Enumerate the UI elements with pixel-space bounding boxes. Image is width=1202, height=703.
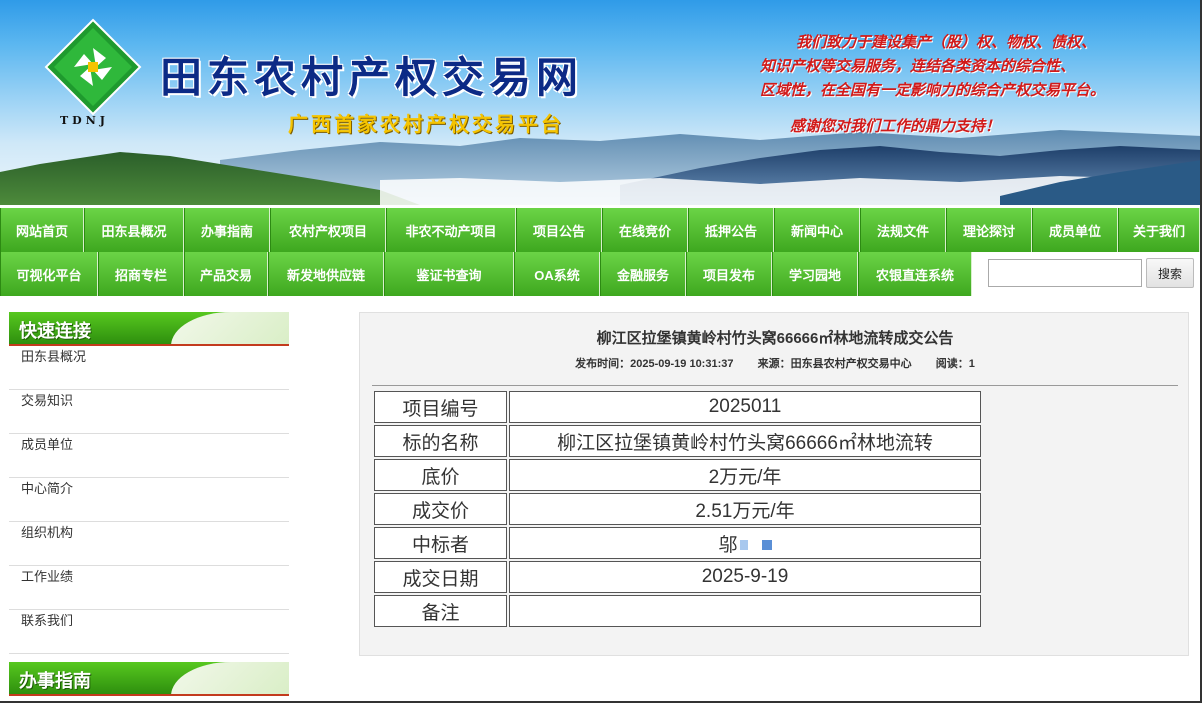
nav-item-oa-system[interactable]: OA系统 [514, 252, 600, 296]
table-row: 中标者 邬 [374, 527, 981, 559]
nav-item-about[interactable]: 关于我们 [1118, 208, 1200, 252]
source-value: 田东县农村产权交易中心 [790, 358, 912, 370]
guide-title: 办事指南 [19, 671, 91, 692]
title-divider [372, 385, 1178, 386]
sidebar-item-members[interactable]: 成员单位 [9, 434, 289, 478]
row-value: 2025-9-19 [509, 561, 981, 593]
header-swoosh [171, 662, 289, 694]
nav-item-visual-platform[interactable]: 可视化平台 [0, 252, 98, 296]
row-value: 2万元/年 [509, 459, 981, 491]
main-nav: 网站首页 田东县概况 办事指南 农村产权项目 非农不动产项目 项目公告 在线竞价… [0, 206, 1202, 296]
nav-item-finance[interactable]: 金融服务 [600, 252, 686, 296]
redaction-blur [739, 540, 748, 551]
nav-item-theory[interactable]: 理论探讨 [946, 208, 1032, 252]
row-value: 柳江区拉堡镇黄岭村竹头窝66666㎡林地流转 [509, 425, 981, 457]
sidebar: 快速连接 田东县概况 交易知识 成员单位 中心简介 组织机构 工作业绩 联系我们… [9, 312, 289, 696]
nav-item-project-publish[interactable]: 项目发布 [686, 252, 772, 296]
nav-item-certificate-query[interactable]: 鉴证书查询 [384, 252, 514, 296]
table-row: 成交价 2.51万元/年 [374, 493, 981, 525]
logo-text: TDNJ [60, 114, 109, 127]
nav-item-supply-chain[interactable]: 新发地供应链 [268, 252, 384, 296]
table-row: 标的名称 柳江区拉堡镇黄岭村竹头窝66666㎡林地流转 [374, 425, 981, 457]
nav-item-regulations[interactable]: 法规文件 [860, 208, 946, 252]
row-value [509, 595, 981, 627]
sidebar-item-organization[interactable]: 组织机构 [9, 522, 289, 566]
table-row: 项目编号 2025011 [374, 391, 981, 423]
nav-item-mortgage[interactable]: 抵押公告 [688, 208, 774, 252]
nav-item-members[interactable]: 成员单位 [1032, 208, 1118, 252]
search-button[interactable]: 搜索 [1146, 258, 1194, 288]
row-key: 中标者 [374, 527, 507, 559]
sidebar-item-county-overview[interactable]: 田东县概况 [9, 346, 289, 390]
publish-label: 发布时间： [575, 358, 631, 370]
nav-item-learning[interactable]: 学习园地 [772, 252, 858, 296]
row-key: 备注 [374, 595, 507, 627]
row-key: 项目编号 [374, 391, 507, 423]
slogan-line-3: 区域性，在全国有一定影响力的综合产权交易平台。 [760, 81, 1106, 99]
winner-name: 邬 [718, 534, 738, 556]
row-key: 底价 [374, 459, 507, 491]
sidebar-item-center-intro[interactable]: 中心简介 [9, 478, 289, 522]
sidebar-item-trade-knowledge[interactable]: 交易知识 [9, 390, 289, 434]
nav-row-1: 网站首页 田东县概况 办事指南 农村产权项目 非农不动产项目 项目公告 在线竞价… [0, 208, 1200, 252]
winner-cell: 邬 [509, 527, 981, 559]
publish-time: 2025-09-19 10:31:37 [630, 358, 734, 370]
guide-header: 办事指南 [9, 662, 289, 696]
site-subtitle: 广西首家农村产权交易平台 [288, 112, 564, 136]
search-input[interactable] [988, 259, 1142, 287]
thanks-text: 感谢您对我们工作的鼎力支持！ [790, 117, 1001, 135]
site-title: 田东农村产权交易网 [160, 53, 584, 102]
sidebar-item-achievements[interactable]: 工作业绩 [9, 566, 289, 610]
quick-links-list: 田东县概况 交易知识 成员单位 中心简介 组织机构 工作业绩 联系我们 [9, 346, 289, 654]
nav-item-guide[interactable]: 办事指南 [184, 208, 270, 252]
article-title: 柳江区拉堡镇黄岭村竹头窝66666㎡林地流转成交公告 [596, 330, 954, 347]
nav-item-news[interactable]: 新闻中心 [774, 208, 860, 252]
row-value: 2.51万元/年 [509, 493, 981, 525]
nav-item-investment[interactable]: 招商专栏 [98, 252, 184, 296]
nav-item-online-bidding[interactable]: 在线竞价 [602, 208, 688, 252]
row-value: 2025011 [509, 391, 981, 423]
row-key: 标的名称 [374, 425, 507, 457]
header-banner: TDNJ 田东农村产权交易网 广西首家农村产权交易平台 我们致力于建设集产（股）… [0, 0, 1202, 205]
nav-item-product-trade[interactable]: 产品交易 [184, 252, 268, 296]
article-panel: 柳江区拉堡镇黄岭村竹头窝66666㎡林地流转成交公告 发布时间：2025-09-… [359, 312, 1189, 656]
table-row: 备注 [374, 595, 981, 627]
slogan-line-1: 我们致力于建设集产（股）权、物权、债权、 [796, 33, 1097, 51]
slogan: 我们致力于建设集产（股）权、物权、债权、 知识产权等交易服务，连结各类资本的综合… [760, 30, 1190, 138]
nav-item-rural-projects[interactable]: 农村产权项目 [270, 208, 386, 252]
nav-row-2: 可视化平台 招商专栏 产品交易 新发地供应链 鉴证书查询 OA系统 金融服务 项… [0, 252, 972, 296]
row-key: 成交日期 [374, 561, 507, 593]
read-label: 阅读： [935, 358, 969, 370]
nav-item-county-overview[interactable]: 田东县概况 [84, 208, 184, 252]
slogan-line-2: 知识产权等交易服务，连结各类资本的综合性、 [760, 57, 1076, 75]
article-meta: 发布时间：2025-09-19 10:31:37 来源：田东县农村产权交易中心 … [360, 355, 1190, 371]
source-label: 来源： [757, 358, 791, 370]
nav-item-nonagri-projects[interactable]: 非农不动产项目 [386, 208, 516, 252]
quick-links-header: 快速连接 [9, 312, 289, 346]
table-row: 成交日期 2025-9-19 [374, 561, 981, 593]
nav-item-abc-direct[interactable]: 农银直连系统 [858, 252, 972, 296]
header-swoosh [171, 312, 289, 344]
quick-links-title: 快速连接 [19, 321, 91, 342]
nav-item-announcements[interactable]: 项目公告 [516, 208, 602, 252]
row-key: 成交价 [374, 493, 507, 525]
table-row: 底价 2万元/年 [374, 459, 981, 491]
nav-item-home[interactable]: 网站首页 [0, 208, 84, 252]
redaction-blur [761, 540, 772, 551]
sidebar-item-contact[interactable]: 联系我们 [9, 610, 289, 654]
deal-info-table: 项目编号 2025011 标的名称 柳江区拉堡镇黄岭村竹头窝66666㎡林地流转… [372, 389, 983, 629]
read-count: 1 [968, 358, 975, 370]
